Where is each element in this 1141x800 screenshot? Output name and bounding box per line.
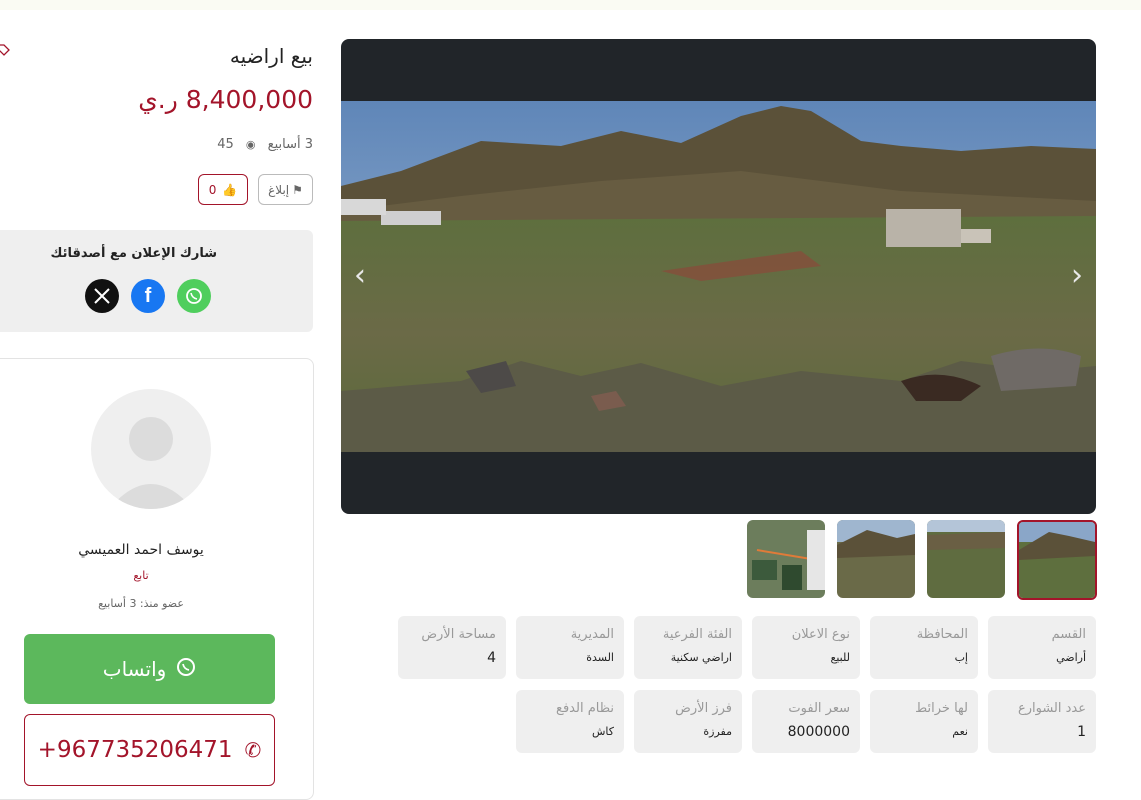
- detail-label: نظام الدفع: [556, 701, 614, 716]
- phone-button[interactable]: +967735206471 ✆: [24, 714, 275, 786]
- detail-card-streets: عدد الشوارع 1: [988, 690, 1096, 753]
- facebook-icon[interactable]: f: [131, 279, 165, 313]
- thumbs-up-icon: 👍: [222, 182, 238, 197]
- whatsapp-icon[interactable]: [177, 279, 211, 313]
- image-gallery[interactable]: ‹ ›: [341, 39, 1096, 514]
- share-title: شارك الإعلان مع أصدقائك: [50, 246, 217, 261]
- detail-label: فرز الأرض: [675, 701, 732, 716]
- thumbnail-photo-3[interactable]: [927, 520, 1005, 598]
- detail-card-foot-price: سعر الفوت 8000000: [752, 690, 860, 753]
- follow-link[interactable]: تابع: [0, 569, 291, 582]
- report-label: إبلاغ: [268, 182, 290, 197]
- prev-image-arrow[interactable]: ‹: [345, 261, 375, 291]
- detail-value: نعم: [952, 725, 968, 738]
- detail-card-section: القسم أراضي: [988, 616, 1096, 679]
- main-photo: [341, 101, 1096, 452]
- detail-value: السدة: [586, 651, 614, 664]
- like-count: 0: [208, 182, 217, 197]
- detail-label: نوع الاعلان: [791, 627, 850, 642]
- whatsapp-button[interactable]: واتساب: [24, 634, 275, 704]
- seller-card: يوسف احمد العميسي تابع عضو منذ: 3 أسابيع…: [0, 358, 314, 800]
- detail-card-district: المديرية السدة: [516, 616, 624, 679]
- listing-title: بيع اراضيه: [229, 44, 313, 68]
- detail-card-ad-type: نوع الاعلان للبيع: [752, 616, 860, 679]
- listing-age: 3 أسابيع: [267, 137, 313, 152]
- thumbnail-photo-2[interactable]: [837, 520, 915, 598]
- whatsapp-icon: [176, 657, 196, 682]
- top-band: [0, 0, 1141, 10]
- detail-card-maps: لها خرائط نعم: [870, 690, 978, 753]
- thumbnail-strip: [747, 520, 1097, 600]
- member-since: عضو منذ: 3 أسابيع: [98, 597, 184, 610]
- seller-name[interactable]: يوسف احمد العميسي: [0, 542, 291, 558]
- detail-value: 8000000: [787, 724, 850, 740]
- whatsapp-label: واتساب: [102, 657, 167, 681]
- detail-card-land-sorting: فرز الأرض مفرزة: [634, 690, 742, 753]
- thumbnail-map[interactable]: [747, 520, 825, 598]
- detail-card-governorate: المحافظة إب: [870, 616, 978, 679]
- tag-icon[interactable]: [0, 42, 10, 56]
- detail-card-subcategory: الفئة الفرعية اراضي سكنية: [634, 616, 742, 679]
- view-count: 45: [217, 137, 234, 152]
- detail-value: اراضي سكنية: [670, 651, 732, 664]
- detail-value: 4: [487, 650, 496, 666]
- detail-value: إب: [954, 651, 968, 664]
- detail-label: مساحة الأرض: [421, 627, 496, 642]
- detail-card-payment: نظام الدفع كاش: [516, 690, 624, 753]
- listing-price: 8,400,000 ر.ي: [138, 85, 313, 114]
- detail-card-land-area: مساحة الأرض 4: [398, 616, 506, 679]
- detail-value: 1: [1077, 724, 1086, 740]
- detail-value: مفرزة: [703, 725, 732, 738]
- next-image-arrow[interactable]: ›: [1062, 261, 1092, 291]
- thumbnail-photo-1[interactable]: [1017, 520, 1097, 600]
- x-icon[interactable]: [85, 279, 119, 313]
- detail-label: عدد الشوارع: [1017, 701, 1086, 716]
- report-button[interactable]: ⚑ إبلاغ: [258, 174, 313, 205]
- flag-icon: ⚑: [292, 182, 303, 197]
- like-button[interactable]: 0 👍: [198, 174, 248, 205]
- avatar: [91, 389, 211, 509]
- detail-value: أراضي: [1056, 651, 1086, 664]
- eye-icon: ◉: [245, 138, 256, 151]
- detail-label: القسم: [1051, 627, 1086, 642]
- detail-label: الفئة الفرعية: [662, 627, 732, 642]
- phone-number: +967735206471: [37, 737, 233, 763]
- detail-value: كاش: [591, 725, 614, 738]
- detail-value: للبيع: [830, 651, 851, 664]
- phone-icon: ✆: [244, 738, 262, 762]
- detail-label: سعر الفوت: [788, 701, 850, 716]
- detail-label: لها خرائط: [915, 701, 968, 716]
- detail-label: المديرية: [570, 627, 614, 642]
- detail-label: المحافظة: [916, 627, 968, 642]
- share-box: شارك الإعلان مع أصدقائك f: [0, 230, 313, 332]
- listing-meta: 3 أسابيع ◉ 45: [217, 137, 313, 152]
